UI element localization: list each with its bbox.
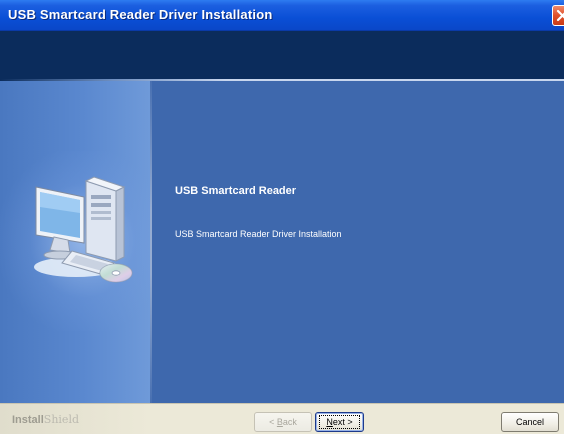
close-button[interactable] (552, 5, 564, 26)
header-band (0, 31, 564, 79)
close-icon (556, 9, 564, 22)
page-description: USB Smartcard Reader Driver Installation (175, 229, 342, 239)
left-panel (0, 81, 150, 403)
back-rest: ack (282, 417, 297, 427)
focus-ring (319, 415, 360, 429)
cancel-button[interactable]: Cancel (501, 412, 559, 432)
installshield-logo: InstallShield (12, 413, 79, 426)
back-prefix: < (269, 417, 277, 427)
main-area: USB Smartcard Reader USB Smartcard Reade… (0, 81, 564, 403)
brand-strong: Install (12, 414, 44, 426)
panel-divider (150, 81, 152, 403)
installer-window: USB Smartcard Reader Driver Installation (0, 0, 564, 434)
branding-area: InstallShield (0, 404, 150, 434)
next-button[interactable]: Next > (315, 412, 364, 432)
page-heading: USB Smartcard Reader (175, 185, 297, 197)
button-bar: InstallShield < Back Next > Cancel (0, 403, 564, 434)
brand-light: Shield (43, 413, 80, 426)
computer-with-cd-icon (34, 176, 133, 283)
back-button[interactable]: < Back (254, 412, 312, 432)
window-title: USB Smartcard Reader Driver Installation (8, 7, 273, 22)
title-bar[interactable]: USB Smartcard Reader Driver Installation (0, 0, 564, 31)
